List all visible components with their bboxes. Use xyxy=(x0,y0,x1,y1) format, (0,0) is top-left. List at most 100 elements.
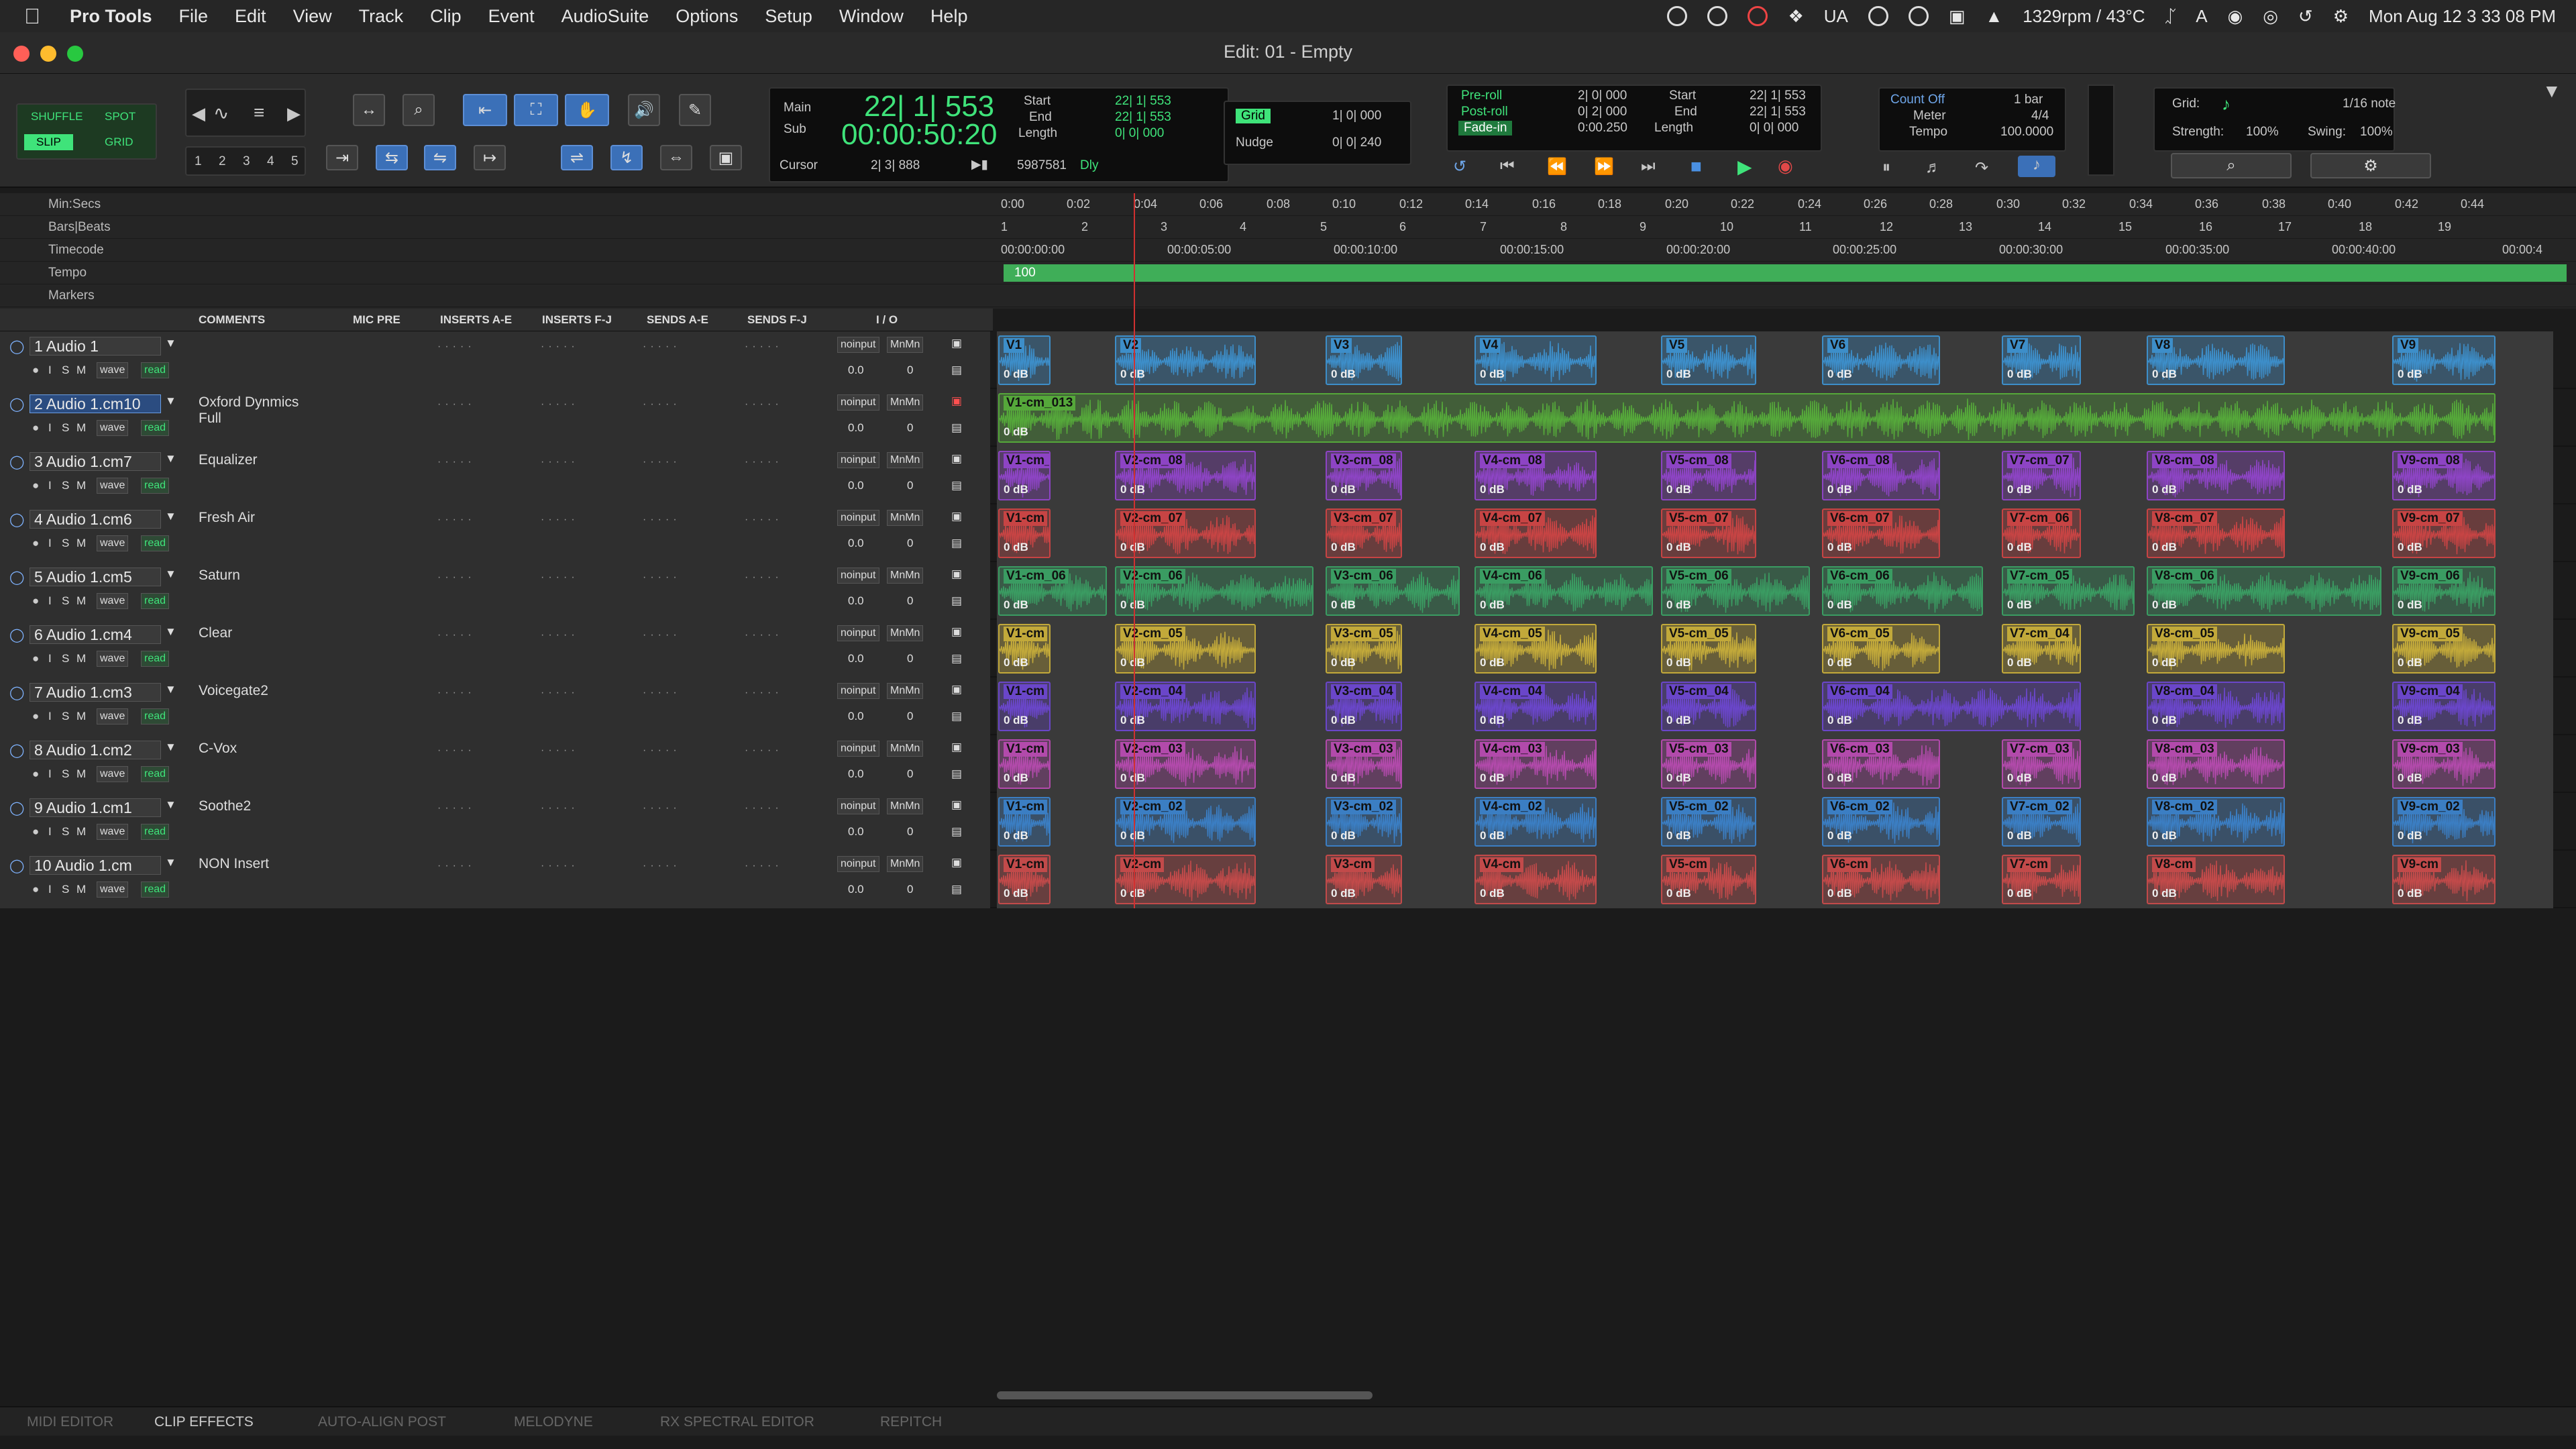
audio-clip[interactable]: V2-cm 0 dB xyxy=(1115,855,1256,904)
automation-mode[interactable]: read xyxy=(141,593,170,609)
pan-value[interactable]: 0 xyxy=(907,825,913,839)
audio-clip[interactable]: V8-cm_02 0 dB xyxy=(2147,797,2285,847)
link-selection-icon[interactable]: ▣ xyxy=(710,145,742,170)
volume-value[interactable]: 0.0 xyxy=(848,421,864,435)
audio-clip[interactable]: V5 0 dB xyxy=(1661,335,1756,385)
clip-gain[interactable]: 0 dB xyxy=(2007,829,2032,843)
merge-icon[interactable]: ↷ xyxy=(1975,158,1988,178)
input-selector[interactable]: noinput xyxy=(837,741,879,757)
track-row[interactable]: ◯ 6 Audio 1.cm4 ▼ ● I S Mwave read Clear ····· ···… xyxy=(0,620,2576,678)
audio-clip[interactable]: V6-cm 0 dB xyxy=(1822,855,1940,904)
clip-gain[interactable]: 0 dB xyxy=(2398,541,2422,554)
automation-mode[interactable]: read xyxy=(141,478,170,494)
audio-clip[interactable]: V7 0 dB xyxy=(2002,335,2081,385)
magnifier-icon[interactable]: ⌕ xyxy=(402,94,435,126)
clip-gain[interactable]: 0 dB xyxy=(1480,887,1505,900)
track-list-icon[interactable]: ▤ xyxy=(951,825,962,839)
automation-mode[interactable]: read xyxy=(141,881,170,898)
clip-gain[interactable]: 0 dB xyxy=(1331,714,1356,727)
clip-gain[interactable]: 0 dB xyxy=(1120,483,1145,496)
track-view-selector[interactable]: wave xyxy=(97,362,129,378)
output-selector[interactable]: MnMn xyxy=(887,337,924,353)
audio-clip[interactable]: V9-cm_04 0 dB xyxy=(2392,682,2496,731)
fan-status[interactable]: 1329rpm / 43°C xyxy=(2023,6,2145,27)
track-comment[interactable]: C-Vox xyxy=(199,741,237,757)
track-lane[interactable]: V1-cm_06 0 dB V2-cm_06 0 dB V3-cm_06 0 dB V4-c… xyxy=(997,562,2553,620)
inserts-fj-slots[interactable]: ····· xyxy=(541,572,579,584)
fadein-label[interactable]: Fade-in xyxy=(1458,121,1513,136)
clip-gain[interactable]: 0 dB xyxy=(1004,425,1028,439)
clip-gain[interactable]: 0 dB xyxy=(2007,368,2032,381)
track-comment[interactable]: Equalizer xyxy=(199,452,258,468)
track-header[interactable]: ◯ 10 Audio 1.cm ▼ ● I S Mwave read NON Insert ···… xyxy=(0,851,990,908)
zoom-preset-5[interactable]: 5 xyxy=(291,154,299,169)
track-menu-icon[interactable]: ▼ xyxy=(165,798,176,812)
audio-clip[interactable]: V8-cm_08 0 dB xyxy=(2147,451,2285,500)
audio-clip[interactable]: V6-cm_02 0 dB xyxy=(1822,797,1940,847)
zoom-out-icon[interactable]: ◀ xyxy=(192,103,205,124)
clip-gain[interactable]: 0 dB xyxy=(2398,771,2422,785)
input-monitor-button[interactable]: I xyxy=(48,767,52,781)
time-machine-icon[interactable]: ↺ xyxy=(2298,6,2313,27)
fast-forward-icon[interactable]: ⏩ xyxy=(1594,157,1614,176)
ruler-tempo[interactable]: Tempo 100 xyxy=(0,262,2576,284)
clip-gain[interactable]: 0 dB xyxy=(1004,541,1028,554)
clip-gain[interactable]: 0 dB xyxy=(1120,771,1145,785)
preroll-label[interactable]: Pre-roll xyxy=(1461,89,1502,103)
menu-view[interactable]: View xyxy=(293,6,332,27)
inserts-fj-slots[interactable]: ····· xyxy=(541,456,579,468)
clip-gain[interactable]: 0 dB xyxy=(1480,656,1505,669)
audio-clip[interactable]: V2-cm_02 0 dB xyxy=(1115,797,1256,847)
track-row[interactable]: ◯ 7 Audio 1.cm3 ▼ ● I S Mwave read Voicegate2 ···… xyxy=(0,678,2576,735)
track-name[interactable]: 6 Audio 1.cm4 xyxy=(30,625,161,644)
track-lane[interactable]: V1-cm 0 dB V2-cm 0 dB V3-cm 0 dB V4-cm 0 dB V5-c… xyxy=(997,851,2553,908)
grabber-tool-icon[interactable]: ✋ xyxy=(565,94,609,126)
inserts-fj-slots[interactable]: ····· xyxy=(541,341,579,353)
track-view-selector[interactable]: wave xyxy=(97,651,129,667)
mute-button[interactable]: M xyxy=(76,767,86,781)
audio-clip[interactable]: V1 0 dB xyxy=(998,335,1051,385)
clip-gain[interactable]: 0 dB xyxy=(2152,656,2177,669)
pan-value[interactable]: 0 xyxy=(907,421,913,435)
toggle-icon[interactable] xyxy=(1908,6,1929,26)
mute-button[interactable]: M xyxy=(76,537,86,550)
clip-gain[interactable]: 0 dB xyxy=(1666,541,1691,554)
pan-value[interactable]: 0 xyxy=(907,594,913,608)
track-header[interactable]: ◯ 6 Audio 1.cm4 ▼ ● I S Mwave read Clear ····· ···… xyxy=(0,620,990,678)
volume-value[interactable]: 0.0 xyxy=(848,767,864,781)
clip-gain[interactable]: 0 dB xyxy=(2152,368,2177,381)
audio-clip[interactable]: V5-cm_08 0 dB xyxy=(1661,451,1756,500)
clip-gain[interactable]: 0 dB xyxy=(1004,714,1028,727)
volume-value[interactable]: 0.0 xyxy=(848,652,864,665)
audio-clip[interactable]: V1-cm_ 0 dB xyxy=(998,451,1051,500)
airdrop-icon[interactable]: ◎ xyxy=(2263,6,2278,27)
clip-gain[interactable]: 0 dB xyxy=(2398,829,2422,843)
sends-fj-slots[interactable]: ····· xyxy=(745,572,783,584)
clip-gain[interactable]: 0 dB xyxy=(1480,771,1505,785)
audio-clip[interactable]: V5-cm 0 dB xyxy=(1661,855,1756,904)
zoom-preset-2[interactable]: 2 xyxy=(219,154,226,169)
clip-gain[interactable]: 0 dB xyxy=(2398,714,2422,727)
audio-clip[interactable]: V3-cm_05 0 dB xyxy=(1326,624,1402,674)
clip-gain[interactable]: 0 dB xyxy=(1827,541,1852,554)
track-select-icon[interactable]: ◯ xyxy=(9,684,24,701)
output-selector[interactable]: MnMn xyxy=(887,510,924,526)
menu-file[interactable]: File xyxy=(179,6,209,27)
solo-button[interactable]: S xyxy=(62,364,69,377)
search-icon[interactable]: ⌕ xyxy=(2171,153,2292,178)
audio-clip[interactable]: V1-cm 0 dB xyxy=(998,797,1051,847)
clip-gain[interactable]: 0 dB xyxy=(1827,771,1852,785)
track-lane[interactable]: V1-cm 0 dB V2-cm_03 0 dB V3-cm_03 0 dB V4-cm_0… xyxy=(997,735,2553,793)
user-icon[interactable] xyxy=(1868,6,1888,26)
audio-clip[interactable]: V3-cm_06 0 dB xyxy=(1326,566,1460,616)
trim-tool-icon[interactable]: ⇤ xyxy=(463,94,507,126)
playhead-line[interactable] xyxy=(1134,193,1135,908)
clip-gain[interactable]: 0 dB xyxy=(2398,598,2422,612)
clip-gain[interactable]: 0 dB xyxy=(2152,541,2177,554)
audio-clip[interactable]: V1-cm 0 dB xyxy=(998,855,1051,904)
sends-fj-slots[interactable]: ····· xyxy=(745,860,783,872)
track-menu-icon[interactable]: ▼ xyxy=(165,683,176,696)
track-menu-icon[interactable]: ▼ xyxy=(165,625,176,639)
spot-mode[interactable]: SPOT xyxy=(105,110,136,123)
col-sends-ae[interactable]: SENDS A-E xyxy=(647,313,708,327)
